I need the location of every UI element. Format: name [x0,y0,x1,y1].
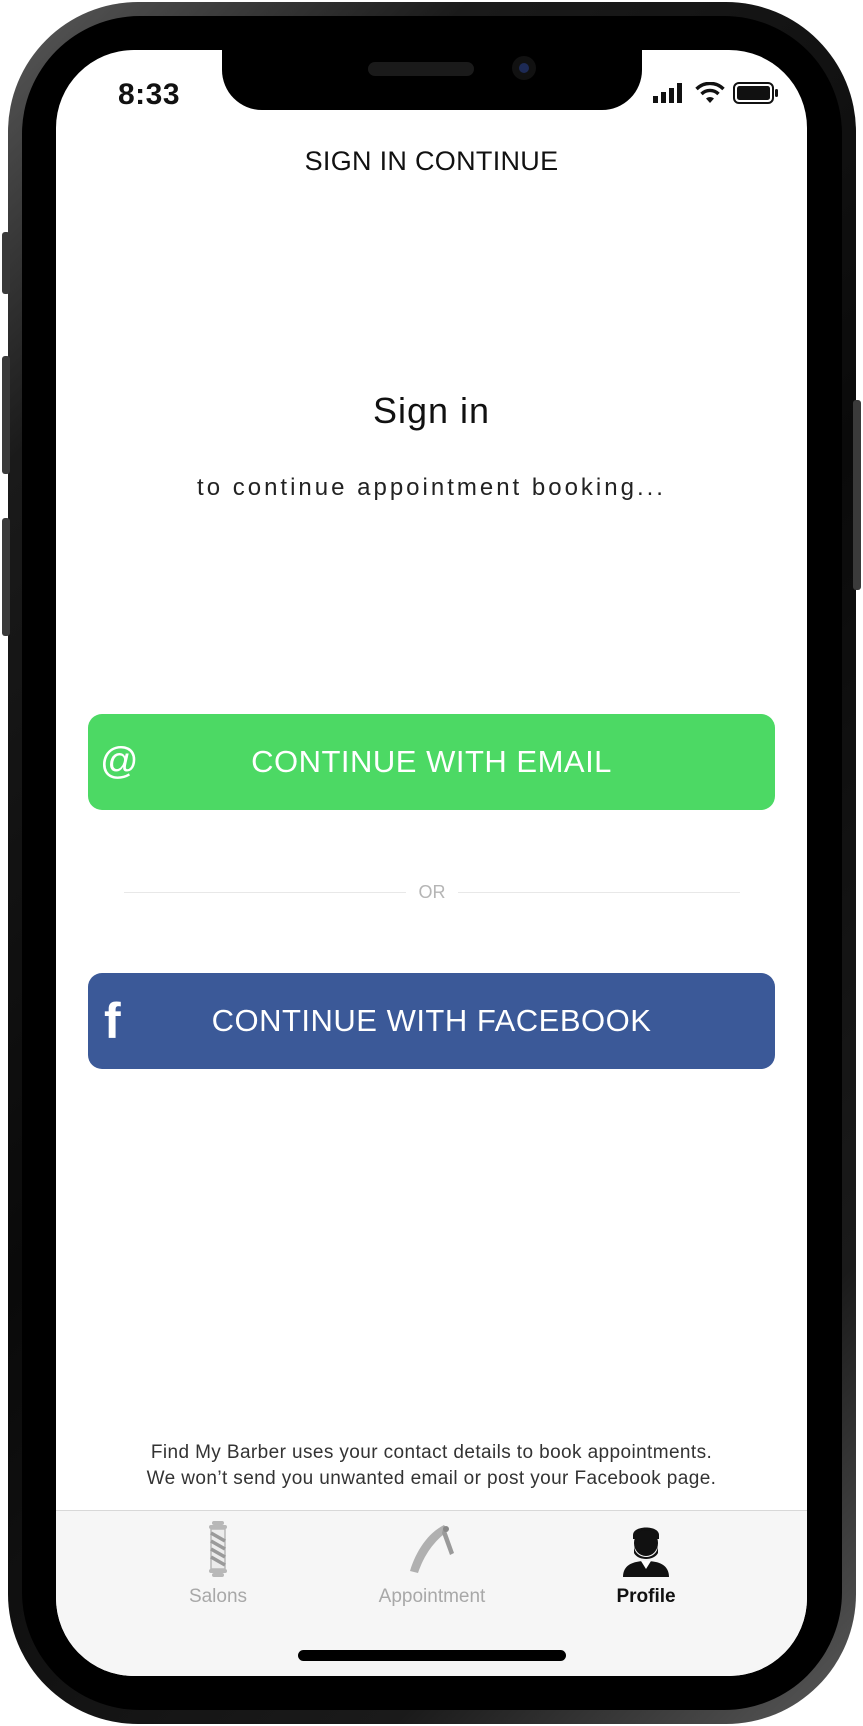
home-indicator [298,1650,566,1661]
tab-salons-label: Salons [188,1586,248,1607]
tab-salons[interactable]: Salons [118,1521,318,1608]
speaker [368,62,474,76]
sign-in-subheading: to continue appointment booking... [197,474,666,501]
status-time: 8:33 [118,78,181,111]
signal-icon [653,83,682,103]
app-screen: 8:33 SIGN IN CONTINUE Sign in to continu… [56,50,807,1676]
mute-switch [2,232,10,294]
barber-pole-icon [209,1521,227,1577]
privacy-notice-line-2: We won’t send you unwanted email or post… [146,1468,717,1489]
continue-with-facebook-button[interactable]: f CONTINUE WITH FACEBOOK [88,973,775,1069]
facebook-button-label: CONTINUE WITH FACEBOOK [211,1003,652,1038]
tab-appointment[interactable]: Appointment [332,1521,532,1608]
privacy-notice: Find My Barber uses your contact details… [56,1440,807,1492]
status-icons [653,82,779,104]
razor-icon [410,1525,454,1573]
power-button [853,400,861,590]
privacy-notice-line-1: Find My Barber uses your contact details… [150,1442,713,1463]
volume-down-button [2,518,10,636]
at-icon: @ [100,740,139,783]
nav-title: SIGN IN CONTINUE [304,146,559,176]
divider-line-right [458,892,740,893]
front-camera [512,56,536,80]
email-button-label: CONTINUE WITH EMAIL [251,744,612,779]
battery-icon [733,82,778,104]
volume-up-button [2,356,10,474]
tab-profile-label: Profile [616,1586,676,1607]
tab-appointment-label: Appointment [378,1586,486,1607]
continue-with-email-button[interactable]: @ CONTINUE WITH EMAIL [88,714,775,810]
facebook-icon: f [104,993,121,1049]
tab-profile[interactable]: Profile [546,1521,746,1608]
or-divider: OR [124,882,740,902]
wifi-icon [695,82,725,103]
sign-in-heading: Sign in [372,390,491,431]
bearded-man-icon [623,1527,669,1577]
notch [222,50,642,110]
